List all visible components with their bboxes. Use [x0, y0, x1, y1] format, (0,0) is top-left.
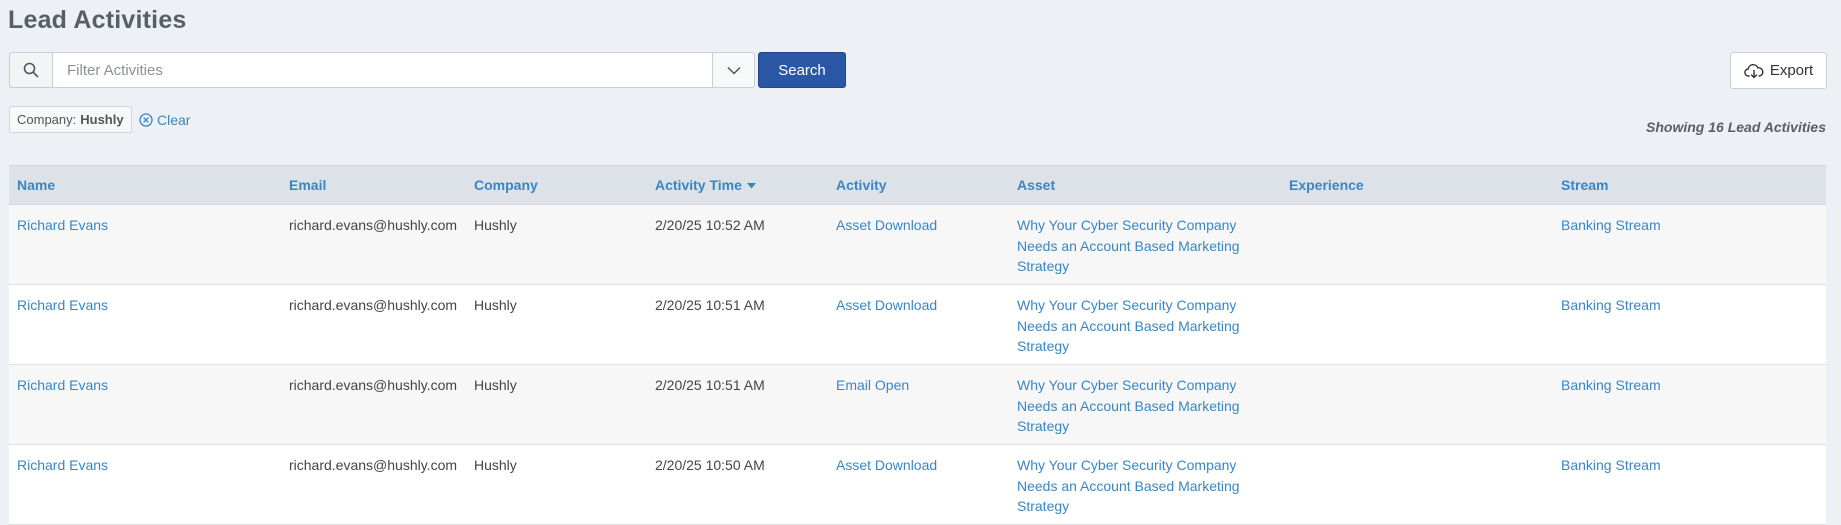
lead-email: richard.evans@hushly.com: [281, 204, 466, 285]
caret-down-icon: [746, 183, 756, 189]
circle-x-icon: [139, 113, 153, 127]
search-bar: [9, 52, 755, 88]
activity-time: 2/20/25 10:51 AM: [647, 284, 828, 365]
activity-link[interactable]: Asset Download: [836, 457, 937, 473]
table-row: Richard Evans richard.evans@hushly.com H…: [9, 364, 1826, 445]
asset-line: Why Your Cyber Security Company: [1017, 457, 1237, 473]
cloud-download-icon: [1743, 63, 1764, 78]
lead-company: Hushly: [466, 444, 647, 525]
lead-company: Hushly: [466, 284, 647, 365]
asset-link[interactable]: Why Your Cyber Security Company Needs an …: [1017, 217, 1240, 274]
active-filter-chip: Company: Hushly: [9, 106, 132, 133]
asset-line: Needs an Account Based Marketing: [1017, 477, 1240, 494]
asset-line: Strategy: [1017, 338, 1070, 354]
lead-company: Hushly: [466, 204, 647, 285]
activity-link[interactable]: Asset Download: [836, 217, 937, 233]
asset-link[interactable]: Why Your Cyber Security Company Needs an …: [1017, 297, 1240, 354]
chevron-down-icon: [726, 66, 741, 75]
stream-link[interactable]: Banking Stream: [1561, 217, 1661, 233]
filter-key: Company:: [17, 112, 77, 127]
table-row: Richard Evans richard.evans@hushly.com H…: [9, 284, 1826, 365]
lead-email: richard.evans@hushly.com: [281, 444, 466, 525]
asset-line: Strategy: [1017, 498, 1070, 514]
search-button[interactable]: Search: [758, 52, 846, 88]
search-icon: [9, 52, 52, 88]
experience-cell: [1281, 284, 1553, 365]
column-header-email[interactable]: Email: [281, 165, 466, 205]
experience-cell: [1281, 204, 1553, 285]
export-label: Export: [1769, 62, 1814, 79]
search-options-dropdown[interactable]: [712, 52, 755, 88]
column-header-name[interactable]: Name: [9, 165, 281, 205]
clear-filter-link[interactable]: Clear: [139, 112, 190, 128]
column-header-experience[interactable]: Experience: [1281, 165, 1553, 205]
column-header-asset[interactable]: Asset: [1009, 165, 1281, 205]
asset-line: Needs an Account Based Marketing: [1017, 397, 1240, 414]
column-header-activity[interactable]: Activity: [828, 165, 1009, 205]
asset-link[interactable]: Why Your Cyber Security Company Needs an …: [1017, 457, 1240, 514]
activity-time: 2/20/25 10:51 AM: [647, 364, 828, 445]
stream-link[interactable]: Banking Stream: [1561, 377, 1661, 393]
lead-email: richard.evans@hushly.com: [281, 284, 466, 365]
lead-email: richard.evans@hushly.com: [281, 364, 466, 445]
asset-line: Why Your Cyber Security Company: [1017, 377, 1237, 393]
filter-value: Hushly: [80, 112, 124, 127]
results-count: Showing 16 Lead Activities: [1646, 119, 1826, 135]
column-header-activity-time-label: Activity Time: [655, 177, 742, 193]
table-row: Richard Evans richard.evans@hushly.com H…: [9, 204, 1826, 285]
asset-line: Strategy: [1017, 258, 1070, 274]
lead-name-link[interactable]: Richard Evans: [17, 377, 108, 393]
table-header-row: Name Email Company Activity Time Activit…: [9, 165, 1826, 205]
activity-time: 2/20/25 10:52 AM: [647, 204, 828, 285]
table-row: Richard Evans richard.evans@hushly.com H…: [9, 444, 1826, 525]
clear-label: Clear: [157, 112, 191, 128]
lead-name-link[interactable]: Richard Evans: [17, 297, 108, 313]
stream-link[interactable]: Banking Stream: [1561, 457, 1661, 473]
page-title: Lead Activities: [8, 6, 187, 34]
experience-cell: [1281, 444, 1553, 525]
activity-time: 2/20/25 10:50 AM: [647, 444, 828, 525]
activities-table: Name Email Company Activity Time Activit…: [9, 165, 1826, 525]
column-header-activity-time[interactable]: Activity Time: [647, 165, 828, 205]
experience-cell: [1281, 364, 1553, 445]
asset-line: Strategy: [1017, 418, 1070, 434]
asset-line: Why Your Cyber Security Company: [1017, 297, 1237, 313]
asset-line: Why Your Cyber Security Company: [1017, 217, 1237, 233]
lead-name-link[interactable]: Richard Evans: [17, 217, 108, 233]
column-header-company[interactable]: Company: [466, 165, 647, 205]
column-header-stream[interactable]: Stream: [1553, 165, 1826, 205]
lead-name-link[interactable]: Richard Evans: [17, 457, 108, 473]
export-button[interactable]: Export: [1730, 52, 1827, 89]
activity-link[interactable]: Email Open: [836, 377, 909, 393]
stream-link[interactable]: Banking Stream: [1561, 297, 1661, 313]
asset-link[interactable]: Why Your Cyber Security Company Needs an …: [1017, 377, 1240, 434]
search-input[interactable]: [52, 52, 712, 88]
lead-company: Hushly: [466, 364, 647, 445]
activity-link[interactable]: Asset Download: [836, 297, 937, 313]
asset-line: Needs an Account Based Marketing: [1017, 237, 1240, 254]
asset-line: Needs an Account Based Marketing: [1017, 317, 1240, 334]
